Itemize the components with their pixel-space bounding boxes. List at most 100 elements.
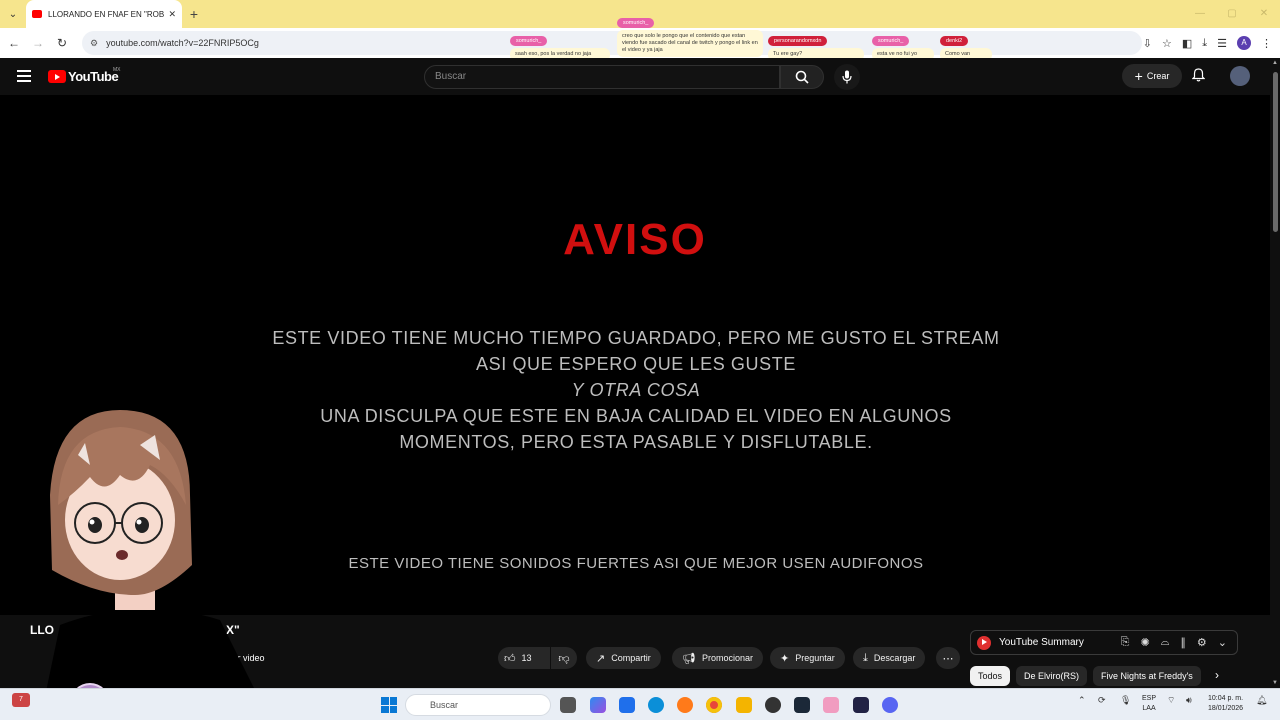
maximize-button[interactable]: ▢ xyxy=(1216,0,1248,28)
scrollbar-thumb[interactable] xyxy=(1273,72,1278,232)
plus-icon: + xyxy=(1134,68,1143,84)
video-heading: AVISO xyxy=(563,215,707,264)
notifications-bell-icon[interactable] xyxy=(1191,68,1206,85)
more-actions-button[interactable]: ⋯ xyxy=(936,647,960,669)
store-icon[interactable] xyxy=(619,697,635,713)
page-scrollbar[interactable]: ▲ ▼ xyxy=(1270,58,1280,688)
youtube-header: YouTube MX Buscar + Crear xyxy=(0,58,1270,95)
show-hidden-icons[interactable]: ⌃ xyxy=(1078,695,1086,706)
search-button[interactable] xyxy=(780,65,824,89)
chrome-icon[interactable] xyxy=(706,697,722,713)
taskbar-search-input[interactable]: Buscar xyxy=(405,694,551,716)
related-chips: Todos De Elviro(RS) Five Nights at Fredd… xyxy=(970,665,1201,687)
vtuber-app-icon[interactable] xyxy=(823,697,839,713)
install-app-icon[interactable]: ⇩ xyxy=(1143,37,1152,50)
download-label: Descargar xyxy=(873,653,916,663)
close-window-button[interactable]: ✕ xyxy=(1248,0,1280,28)
notification-center-icon[interactable]: 🔔︎ xyxy=(1256,695,1267,706)
network-icon[interactable]: ⟳ xyxy=(1098,695,1106,706)
close-tab-icon[interactable]: ✕ xyxy=(168,9,176,20)
tab-search-icon[interactable]: ⌄ xyxy=(0,0,26,28)
back-icon[interactable]: ← xyxy=(2,36,26,50)
site-info-icon[interactable]: ⚙ xyxy=(90,38,98,49)
sparkle-icon: ✦ xyxy=(780,652,790,665)
system-clock[interactable]: 10:04 p. m. 18/01/2026 xyxy=(1208,694,1243,714)
ask-label: Preguntar xyxy=(795,653,835,663)
obs-icon[interactable] xyxy=(765,697,781,713)
windows-start-icon[interactable] xyxy=(381,697,397,713)
notice-line: ASI QUE ESPERO QUE LES GUSTE xyxy=(476,354,796,374)
chips-next-chevron-icon[interactable]: › xyxy=(1215,668,1219,682)
chip-all[interactable]: Todos xyxy=(970,666,1011,686)
thumbs-up-icon: 👍︎ xyxy=(504,652,516,665)
scroll-down-icon[interactable]: ▼ xyxy=(1271,680,1279,686)
browser-tab-active[interactable]: LLORANDO EN FNAF EN "ROB ✕ xyxy=(26,0,182,28)
account-avatar[interactable] xyxy=(1230,66,1250,86)
window-controls: — ▢ ✕ xyxy=(1184,0,1280,28)
language-indicator[interactable]: ESP LAA xyxy=(1142,694,1156,714)
ask-button[interactable]: ✦ Preguntar xyxy=(770,647,845,669)
notice-line: Y OTRA COSA xyxy=(571,380,701,400)
toolbar-actions: ⇩ ☆ ◧ ⤓ ☰ A ⋮ xyxy=(1143,28,1272,58)
chat-username: somurich_ xyxy=(510,36,548,46)
keyboard-layout: LAA xyxy=(1142,705,1156,712)
waveform-icon[interactable]: ∥ xyxy=(1180,636,1186,649)
clock-time: 10:04 p. m. xyxy=(1208,695,1244,702)
microphone-icon[interactable] xyxy=(834,64,860,90)
create-label: Crear xyxy=(1146,71,1170,81)
promote-label: Promocionar xyxy=(701,653,753,663)
wifi-icon[interactable]: ⌔ xyxy=(1167,695,1175,706)
edge-icon[interactable] xyxy=(648,697,664,713)
download-button[interactable]: ⤓ Descargar xyxy=(853,647,926,669)
task-view-icon[interactable] xyxy=(560,697,576,713)
downloads-icon[interactable]: ⤓ xyxy=(1202,37,1207,50)
youtube-logo-text: YouTube xyxy=(68,69,119,84)
summary-label: YouTube Summary xyxy=(999,637,1084,648)
search-icon xyxy=(795,70,809,84)
scroll-up-icon[interactable]: ▲ xyxy=(1271,60,1279,66)
chip-channel[interactable]: De Elviro(RS) xyxy=(1016,666,1088,686)
firefox-icon[interactable] xyxy=(677,697,693,713)
volume-icon[interactable]: 🔊︎ xyxy=(1186,695,1192,706)
forward-icon[interactable]: → xyxy=(26,36,50,50)
browser-menu-icon[interactable]: ⋮ xyxy=(1261,37,1272,50)
mic-tray-icon[interactable]: 🎙︎ xyxy=(1120,695,1131,706)
ai-icon[interactable]: ✺ xyxy=(1140,636,1149,649)
promote-button[interactable]: 📢︎ Promocionar xyxy=(672,647,763,669)
region-code: MX xyxy=(113,67,121,73)
youtube-logo[interactable]: YouTube MX xyxy=(48,67,121,84)
notification-badge[interactable]: 7 xyxy=(12,693,30,707)
youtube-play-icon xyxy=(48,70,66,83)
profile-avatar[interactable]: A xyxy=(1237,36,1251,50)
tab-title: LLORANDO EN FNAF EN "ROB xyxy=(48,9,165,19)
vtuber-avatar xyxy=(40,410,270,720)
file-explorer-icon[interactable] xyxy=(736,697,752,713)
terminal-icon[interactable] xyxy=(853,697,869,713)
reload-icon[interactable]: ↻ xyxy=(50,36,74,50)
settings-gear-icon[interactable]: ⚙ xyxy=(1197,636,1207,649)
search-input[interactable]: Buscar xyxy=(424,65,780,89)
new-tab-button[interactable]: + xyxy=(182,6,206,22)
create-button[interactable]: + Crear xyxy=(1122,64,1182,88)
like-button[interactable]: 👍︎ 13 xyxy=(498,647,550,669)
chat-username: personarandomxdn xyxy=(768,36,828,46)
dislike-button[interactable]: 👎︎ xyxy=(551,647,577,669)
download-icon: ⤓ xyxy=(863,651,868,664)
chip-fnaf[interactable]: Five Nights at Freddy's xyxy=(1093,666,1201,686)
copy-icon[interactable]: ⎘ xyxy=(1121,636,1130,649)
steam-icon[interactable] xyxy=(794,697,810,713)
reading-list-icon[interactable]: ☰ xyxy=(1217,37,1227,50)
discord-icon[interactable] xyxy=(882,697,898,713)
youtube-summary-panel[interactable]: YouTube Summary ⎘ ✺ ⌓ ∥ ⚙ ⌄ xyxy=(970,630,1238,655)
glasses-icon[interactable]: ⌓ xyxy=(1161,636,1170,649)
share-button[interactable]: ↗ Compartir xyxy=(586,647,661,669)
notice-line: ESTE VIDEO TIENE MUCHO TIEMPO GUARDADO, … xyxy=(272,328,1000,348)
thumbs-down-icon: 👎︎ xyxy=(558,652,570,665)
hamburger-menu-icon[interactable] xyxy=(17,70,31,82)
language-code: ESP xyxy=(1142,695,1157,702)
extensions-icon[interactable]: ◧ xyxy=(1182,37,1192,50)
chevron-down-icon[interactable]: ⌄ xyxy=(1218,636,1227,649)
copilot-icon[interactable] xyxy=(590,697,606,713)
bookmark-star-icon[interactable]: ☆ xyxy=(1162,37,1172,50)
minimize-button[interactable]: — xyxy=(1184,0,1216,28)
